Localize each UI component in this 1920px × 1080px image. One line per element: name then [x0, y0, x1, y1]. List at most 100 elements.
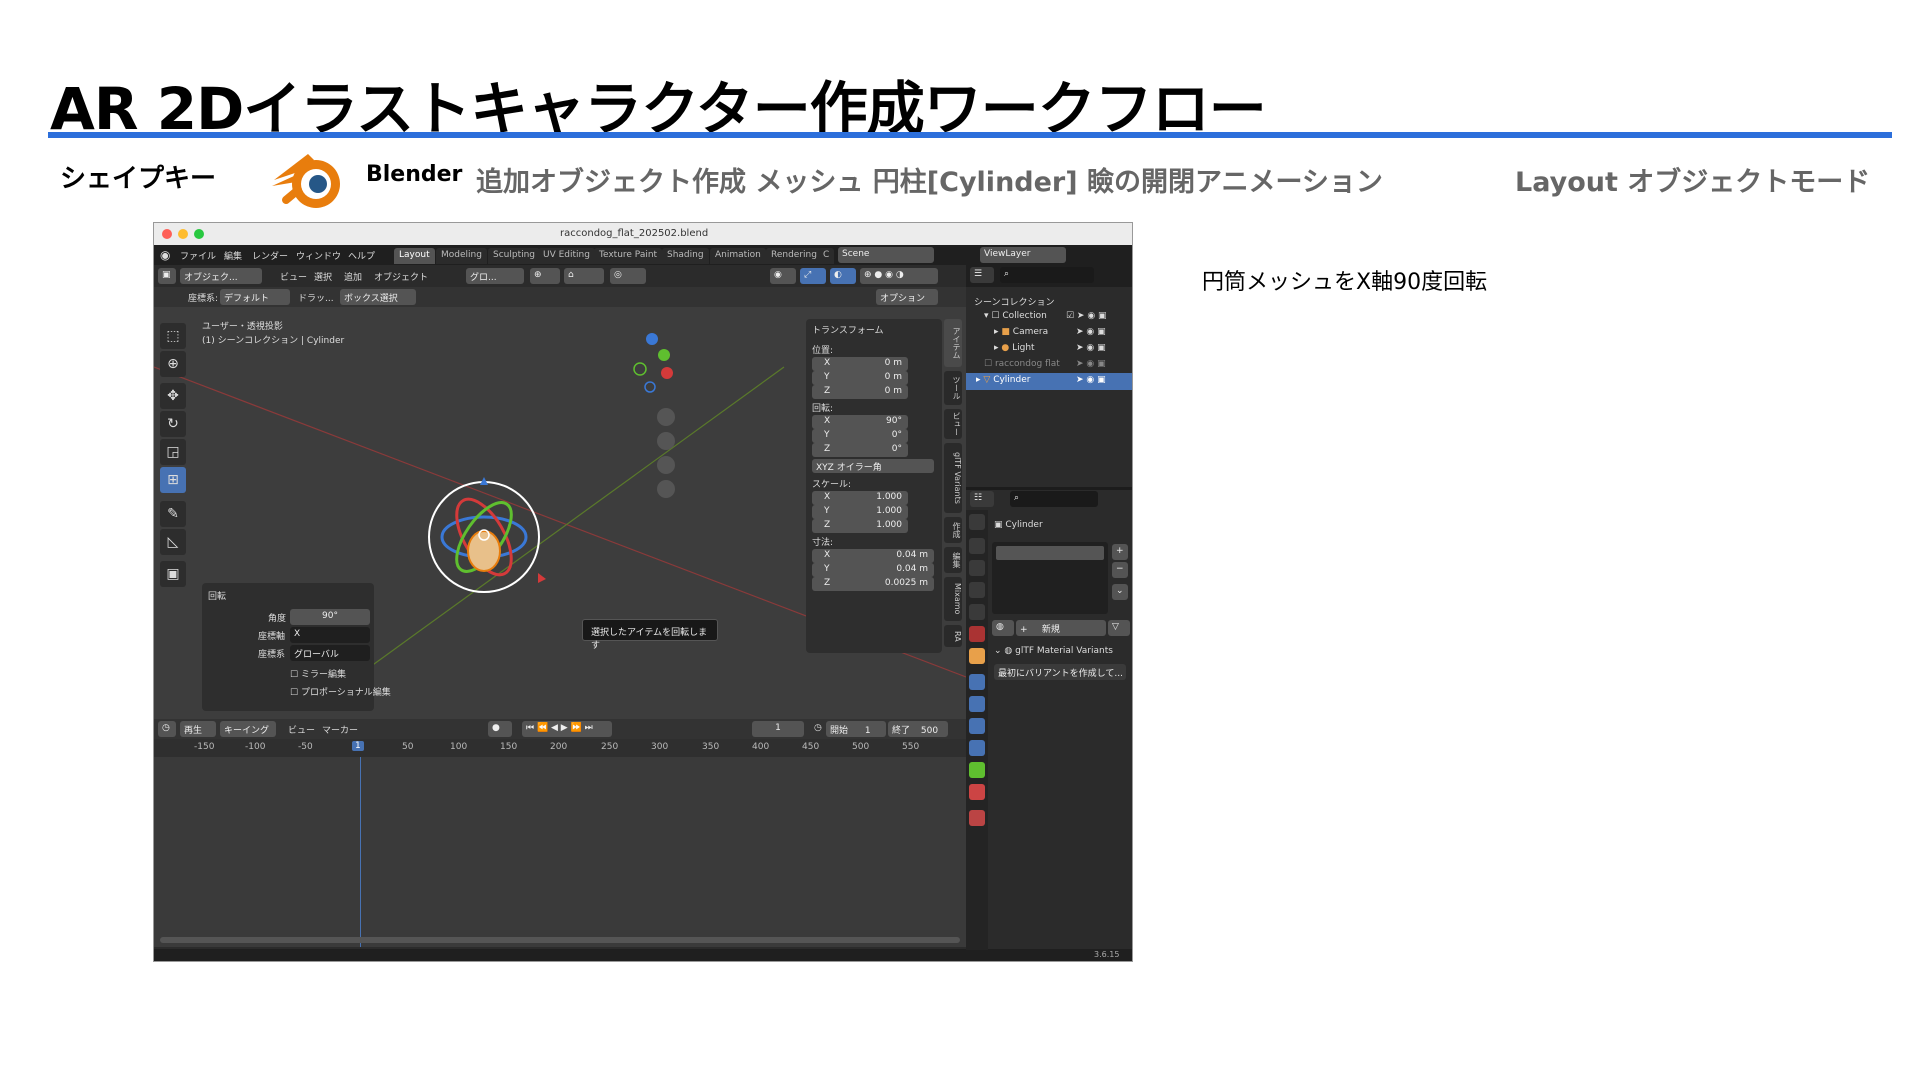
texture-props-icon[interactable]	[969, 810, 985, 826]
tool-props-icon[interactable]	[969, 514, 985, 530]
row-toggles-icon[interactable]: ➤ ◉ ▣	[1076, 359, 1106, 369]
zoom-dot[interactable]	[194, 229, 204, 239]
timeline-ruler[interactable]: -150 -100 -50 1 50 100 150 200 250 300 3…	[154, 739, 966, 757]
menu-render[interactable]: レンダー	[252, 249, 288, 262]
menu-object[interactable]: オブジェクト	[374, 270, 428, 283]
row-toggles-icon[interactable]: ➤ ◉ ▣	[1076, 375, 1106, 385]
playback-controls-icon[interactable]: ⏮ ⏪ ◀ ▶ ⏩ ⏭	[522, 721, 612, 737]
dims-z-field[interactable]: Z 0.0025 m	[812, 577, 934, 591]
tab-layout[interactable]: Layout	[394, 248, 435, 264]
variants-header[interactable]: ⌄ ◍ glTF Material Variants	[994, 646, 1113, 656]
tab-more[interactable]: C	[818, 248, 835, 264]
modifier-props-icon[interactable]	[969, 696, 985, 712]
location-x-field[interactable]: X 0 m	[812, 357, 908, 371]
view-layer-select[interactable]: ViewLayer	[980, 247, 1066, 263]
tab-mixamo[interactable]: Mixamo	[944, 577, 962, 621]
tab-create[interactable]: 作成	[944, 517, 962, 543]
overlay-icon[interactable]: ◐	[830, 268, 856, 284]
outliner-row-root[interactable]: シーンコレクション	[966, 293, 1132, 310]
shading-modes-icon[interactable]: ⊕ ● ◉ ◑	[860, 268, 938, 284]
outliner-row-cylinder[interactable]: ▸ ▽ Cylinder ➤ ◉ ▣	[966, 373, 1132, 390]
mode-select[interactable]: オブジェク...	[180, 268, 262, 284]
properties-editor-icon[interactable]: ☷	[970, 491, 994, 507]
render-props-icon[interactable]	[969, 538, 985, 554]
add-cube-tool-icon[interactable]: ▣	[160, 561, 186, 587]
menu-keying[interactable]: キーイング	[220, 721, 276, 737]
current-frame-field[interactable]: 1	[752, 721, 804, 737]
location-z-field[interactable]: Z 0 m	[812, 385, 908, 399]
new-material-button[interactable]: + 新規	[1016, 620, 1106, 636]
gizmo-icon[interactable]: ⤢	[800, 268, 826, 284]
menu-marker[interactable]: マーカー	[322, 723, 358, 736]
menu-window[interactable]: ウィンドウ	[296, 249, 341, 262]
tab-view[interactable]: ビュー	[944, 409, 962, 439]
row-toggles-icon[interactable]: ➤ ◉ ▣	[1076, 343, 1106, 353]
mesh-data-props-icon[interactable]	[969, 762, 985, 778]
world-props-icon[interactable]	[969, 626, 985, 642]
annotate-tool-icon[interactable]: ✎	[160, 501, 186, 527]
proportional-icon[interactable]: ◎	[610, 268, 646, 284]
outliner-editor-icon[interactable]: ☰	[970, 267, 994, 283]
angle-field[interactable]: 90°	[290, 609, 370, 625]
tab-item[interactable]: アイテム	[944, 319, 962, 367]
tab-modeling[interactable]: Modeling	[436, 248, 487, 264]
outliner-row-camera[interactable]: ▸ ■ Camera ➤ ◉ ▣	[966, 325, 1132, 342]
pivot-icon[interactable]: ⊕	[530, 268, 560, 284]
timeline-body[interactable]	[154, 757, 966, 947]
create-variant-button[interactable]: 最初にバリアントを作成して...	[994, 664, 1126, 680]
tab-sculpting[interactable]: Sculpting	[488, 248, 541, 264]
row-toggles-icon[interactable]: ➤ ◉ ▣	[1076, 327, 1106, 337]
rotation-x-field[interactable]: X 90°	[812, 415, 908, 429]
material-props-icon[interactable]	[969, 784, 985, 800]
row-toggles-icon[interactable]: ☑ ➤ ◉ ▣	[1066, 311, 1107, 321]
material-filter-icon[interactable]: ▽	[1108, 620, 1130, 636]
select-box-tool-icon[interactable]: ⬚	[160, 323, 186, 349]
tab-uv-editing[interactable]: UV Editing	[538, 248, 595, 264]
scale-y-field[interactable]: Y 1.000	[812, 505, 908, 519]
tab-ra[interactable]: RA	[944, 625, 962, 647]
menu-add[interactable]: 追加	[344, 270, 362, 283]
tab-gltf-variants[interactable]: glTF Variants	[944, 443, 962, 513]
measure-tool-icon[interactable]: ◺	[160, 529, 186, 555]
scale-x-field[interactable]: X 1.000	[812, 491, 908, 505]
material-slot[interactable]	[996, 546, 1104, 560]
start-frame-field[interactable]: 開始 1	[826, 721, 886, 737]
remove-slot-button[interactable]: −	[1112, 562, 1128, 578]
timeline-scrollbar[interactable]	[160, 937, 960, 943]
view-layer-props-icon[interactable]	[969, 582, 985, 598]
end-frame-field[interactable]: 終了 500	[888, 721, 948, 737]
cursor-tool-icon[interactable]: ⊕	[160, 351, 186, 377]
visibility-icon[interactable]: ◉	[770, 268, 796, 284]
timeline-editor-icon[interactable]: ◷	[158, 721, 176, 737]
tab-tool[interactable]: ツール	[944, 371, 962, 405]
options-button[interactable]: オプション	[876, 289, 938, 305]
outliner-row-raccondog[interactable]: ☐ raccondog flat ➤ ◉ ▣	[966, 357, 1132, 374]
move-tool-icon[interactable]: ✥	[160, 383, 186, 409]
menu-file[interactable]: ファイル	[180, 249, 216, 262]
menu-playback[interactable]: 再生	[180, 721, 216, 737]
add-slot-button[interactable]: +	[1112, 544, 1128, 560]
tab-animation[interactable]: Animation	[710, 248, 766, 264]
rotation-mode-select[interactable]: XYZ オイラー角	[812, 459, 934, 473]
coord-select[interactable]: デフォルト	[220, 289, 290, 305]
tab-shading[interactable]: Shading	[662, 248, 709, 264]
physics-props-icon[interactable]	[969, 740, 985, 756]
location-y-field[interactable]: Y 0 m	[812, 371, 908, 385]
proportional-checkbox[interactable]: ☐ プロポーショナル編集	[290, 685, 391, 698]
output-props-icon[interactable]	[969, 560, 985, 576]
menu-tl-view[interactable]: ビュー	[288, 723, 315, 736]
outliner-search[interactable]: ⌕	[1000, 267, 1094, 283]
transform-tool-icon[interactable]: ⊞	[160, 467, 186, 493]
material-slots-list[interactable]	[992, 542, 1108, 614]
scene-props-icon[interactable]	[969, 604, 985, 620]
rotation-y-field[interactable]: Y 0°	[812, 429, 908, 443]
object-props-icon[interactable]	[969, 674, 985, 690]
playhead-label[interactable]: 1	[352, 741, 364, 751]
transform-orient-select[interactable]: グロ...	[466, 268, 524, 284]
slot-menu-button[interactable]: ⌄	[1112, 584, 1128, 600]
tab-edit[interactable]: 編集	[944, 547, 962, 573]
material-browse-icon[interactable]: ◍	[992, 620, 1014, 636]
close-dot[interactable]	[162, 229, 172, 239]
menu-help[interactable]: ヘルプ	[348, 249, 375, 262]
menu-view[interactable]: ビュー	[280, 270, 307, 283]
